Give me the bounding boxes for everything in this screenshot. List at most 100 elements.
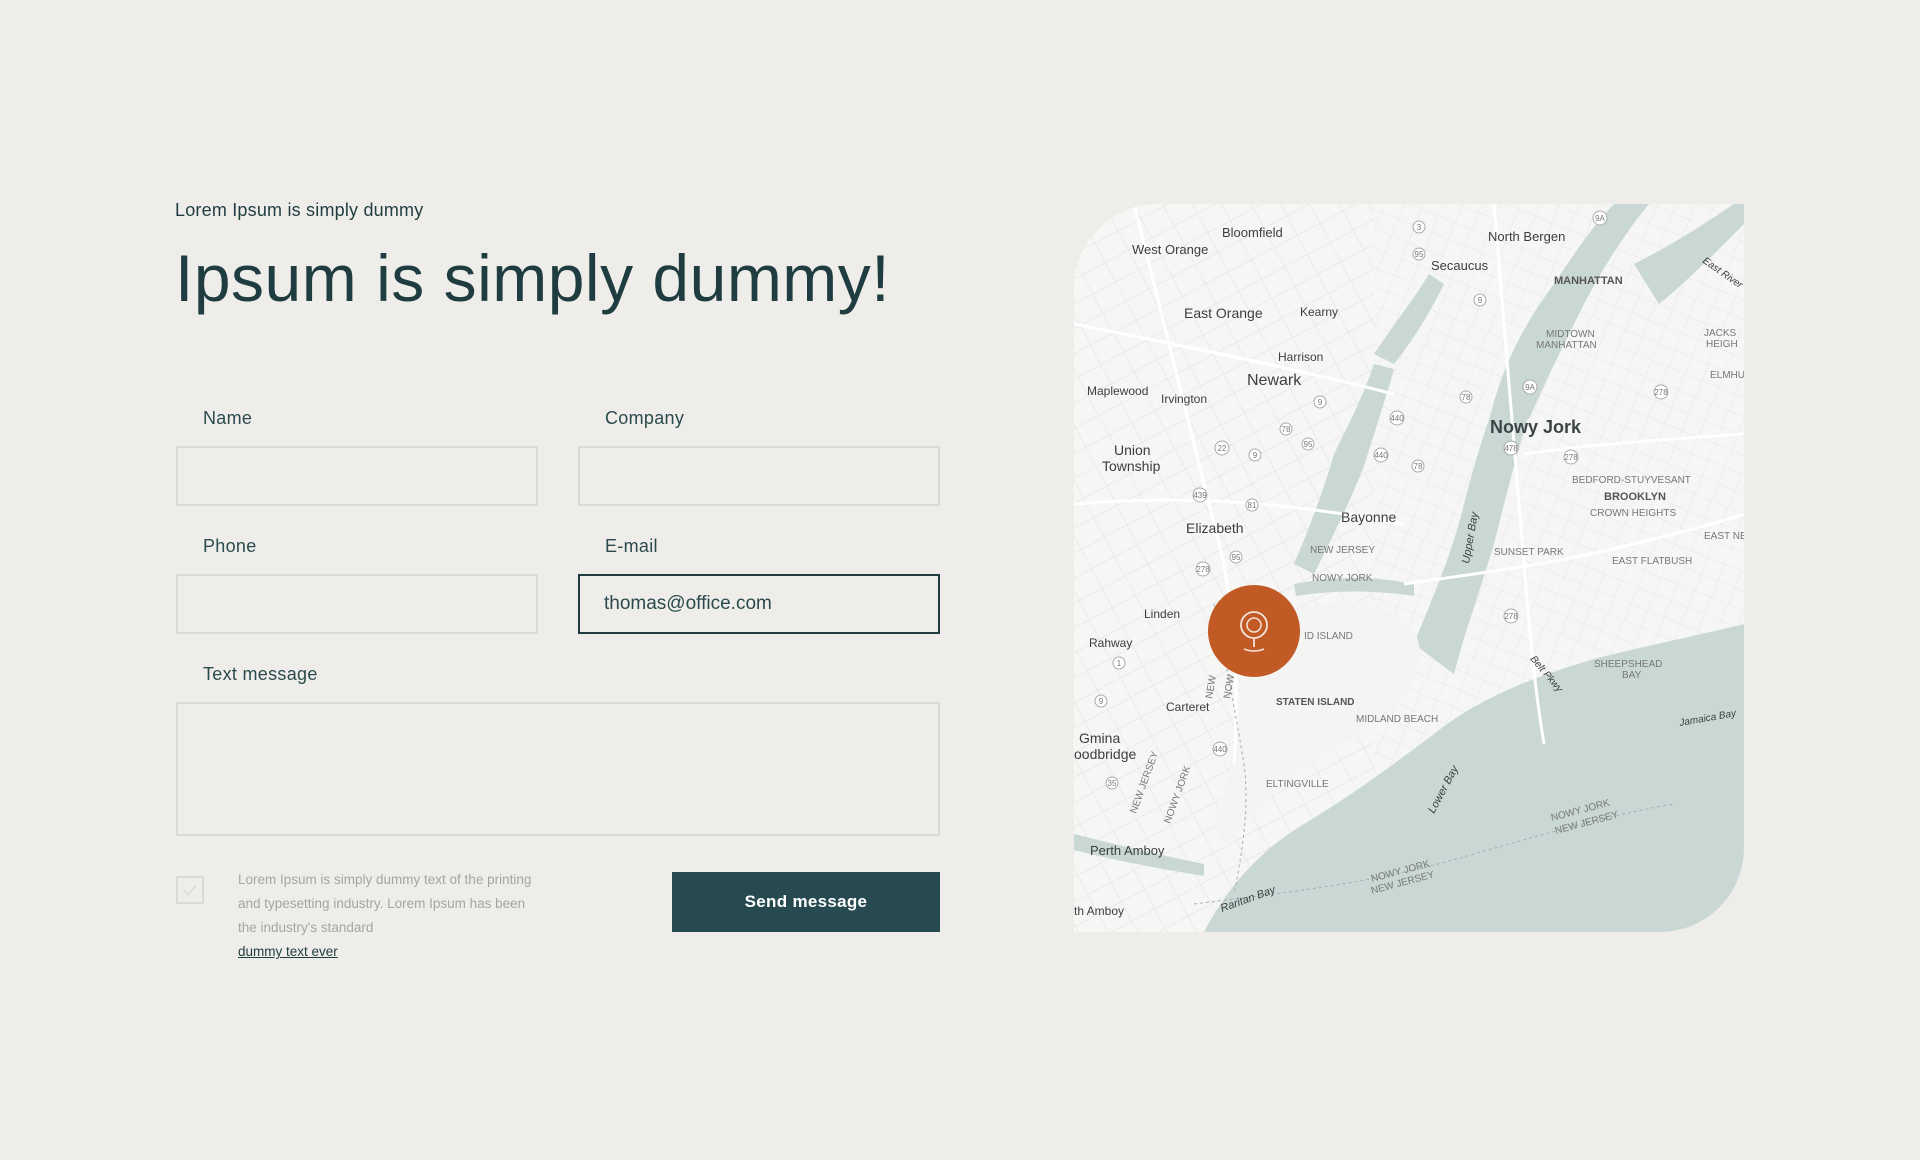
svg-text:440: 440 [1213, 745, 1227, 754]
map-label: Township [1102, 458, 1161, 474]
map-label: MIDLAND BEACH [1356, 714, 1438, 725]
map-label: Harrison [1278, 350, 1323, 364]
map-label: EAST NE [1704, 531, 1744, 542]
route-shield: 9 [1473, 293, 1487, 307]
svg-text:278: 278 [1654, 388, 1668, 397]
phone-input[interactable] [176, 574, 538, 634]
map-label: Newark [1247, 372, 1302, 389]
route-shield: 78 [1411, 459, 1425, 473]
route-shield: 278 [1653, 384, 1669, 400]
route-shield: 9 [1248, 448, 1262, 462]
company-input[interactable] [578, 446, 940, 506]
map-label: STATEN ISLAND [1276, 697, 1355, 708]
map-label: Elizabeth [1186, 520, 1244, 536]
map-label: Irvington [1161, 392, 1207, 406]
route-shield: 9A [1522, 379, 1538, 395]
map-label: ID ISLAND [1304, 631, 1353, 642]
map-label: Gmina [1079, 730, 1120, 746]
route-shield: 95 [1301, 437, 1315, 451]
map-label: ELTINGVILLE [1266, 779, 1329, 790]
svg-text:22: 22 [1218, 444, 1227, 453]
map-label: oodbridge [1074, 746, 1136, 762]
map-label: JACKS [1704, 328, 1737, 339]
route-shield: 9 [1313, 395, 1327, 409]
svg-text:439: 439 [1193, 491, 1207, 500]
message-textarea[interactable] [176, 702, 940, 836]
name-label: Name [203, 408, 253, 428]
svg-text:9A: 9A [1525, 383, 1535, 392]
route-shield: 78 [1279, 422, 1293, 436]
route-shield: 440 [1373, 447, 1389, 463]
consent-link[interactable]: dummy text ever [238, 944, 338, 959]
map-label: NOWY JORK [1312, 573, 1373, 584]
map-label: BAY [1622, 670, 1642, 681]
map-label: Kearny [1300, 305, 1338, 319]
map-label: Nowy Jork [1490, 417, 1582, 437]
map-label: Secaucus [1431, 258, 1489, 273]
route-shield: 439 [1192, 487, 1208, 503]
route-shield: 9 [1094, 694, 1108, 708]
page-title: Ipsum is simply dummy! [175, 241, 891, 315]
route-shield: 95 [1412, 247, 1426, 261]
svg-text:78: 78 [1414, 462, 1423, 471]
route-shield: 95 [1229, 550, 1243, 564]
map-label: North Bergen [1488, 229, 1565, 244]
route-shield: 3 [1412, 220, 1426, 234]
consent-body: Lorem Ipsum is simply dummy text of the … [238, 872, 532, 935]
route-shield: 440 [1212, 741, 1228, 757]
map-label: Bayonne [1341, 509, 1396, 525]
map-label: Maplewood [1087, 384, 1148, 398]
map-label: BEDFORD-STUYVESANT [1572, 475, 1691, 486]
send-message-button[interactable]: Send message [672, 872, 940, 932]
route-shield: 440 [1389, 410, 1405, 426]
map-pin-icon [1240, 611, 1268, 652]
route-shield: 81 [1245, 498, 1259, 512]
route-shield: 78 [1459, 390, 1473, 404]
map-label: ELMHU [1710, 370, 1744, 381]
route-shield: 22 [1214, 440, 1230, 456]
svg-text:95: 95 [1415, 250, 1424, 259]
map-label: MANHATTAN [1554, 275, 1623, 287]
route-shield: 278 [1503, 608, 1519, 624]
svg-text:278: 278 [1196, 565, 1210, 574]
map-label: CROWN HEIGHTS [1590, 508, 1676, 519]
check-icon [183, 884, 197, 896]
map-label: NEW JERSEY [1310, 545, 1375, 556]
message-label: Text message [203, 664, 318, 684]
map-label: MIDTOWN [1546, 329, 1595, 340]
eyebrow-text: Lorem Ipsum is simply dummy [175, 200, 424, 220]
map-label: SHEEPSHEAD [1594, 659, 1662, 670]
map-pin-marker[interactable] [1208, 585, 1300, 677]
svg-text:9A: 9A [1595, 214, 1605, 223]
svg-text:278: 278 [1504, 612, 1518, 621]
consent-checkbox[interactable] [176, 876, 204, 904]
company-label: Company [605, 408, 685, 428]
map-canvas: Bloomfield North Bergen West Orange Seca… [1074, 204, 1744, 932]
svg-text:9: 9 [1253, 451, 1258, 460]
svg-text:3: 3 [1417, 223, 1422, 232]
map-label: Perth Amboy [1090, 843, 1165, 858]
svg-text:95: 95 [1232, 553, 1241, 562]
map-label: th Amboy [1074, 904, 1124, 918]
email-input[interactable] [578, 574, 940, 634]
map-label: BROOKLYN [1604, 491, 1666, 503]
map-label: Union [1114, 442, 1151, 458]
map-label: Carteret [1166, 700, 1210, 714]
map-label: West Orange [1132, 242, 1208, 257]
name-input[interactable] [176, 446, 538, 506]
svg-text:35: 35 [1108, 779, 1117, 788]
route-shield: 278 [1563, 449, 1579, 465]
route-shield: 35 [1105, 776, 1119, 790]
route-shield: 9A [1592, 210, 1608, 226]
svg-text:95: 95 [1304, 440, 1313, 449]
svg-text:9: 9 [1318, 398, 1323, 407]
map[interactable]: Bloomfield North Bergen West Orange Seca… [1074, 204, 1744, 932]
svg-text:9: 9 [1478, 296, 1483, 305]
svg-text:9: 9 [1099, 697, 1104, 706]
email-label: E-mail [605, 536, 658, 556]
map-label: HEIGH [1706, 339, 1738, 350]
svg-text:81: 81 [1248, 501, 1257, 510]
route-shield: 478 [1503, 440, 1519, 456]
map-label: EAST FLATBUSH [1612, 556, 1692, 567]
svg-text:478: 478 [1504, 444, 1518, 453]
